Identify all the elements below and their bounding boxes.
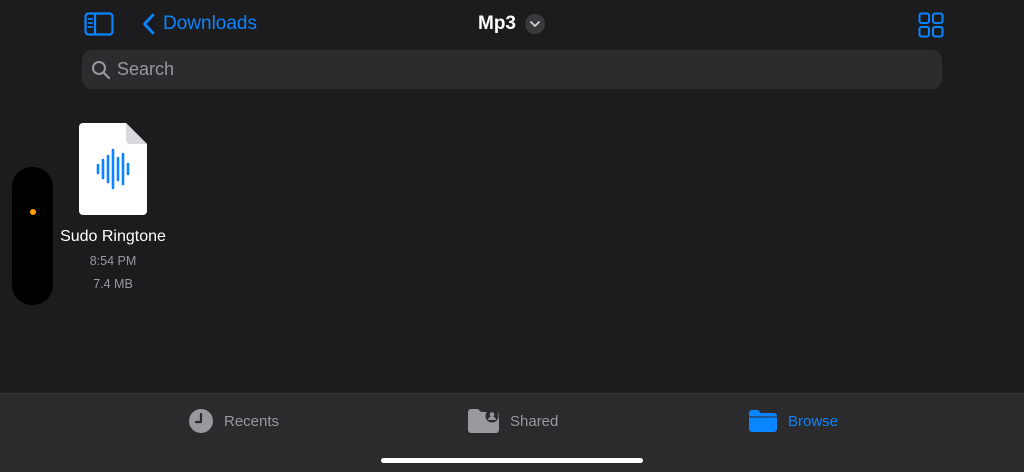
search-bar — [82, 50, 942, 89]
back-button[interactable]: Downloads — [142, 10, 257, 38]
search-input[interactable] — [117, 59, 942, 80]
sidebar-toggle-button[interactable] — [84, 12, 114, 36]
tab-label: Recents — [224, 412, 280, 430]
tab-label: Shared — [510, 412, 559, 430]
tab-shared[interactable]: Shared — [467, 406, 558, 436]
audio-file-icon — [79, 123, 147, 215]
tab-recents[interactable]: Recents — [188, 406, 279, 436]
file-item[interactable]: Sudo Ringtone 8:54 PM 7.4 MB — [52, 120, 174, 292]
chevron-left-icon — [143, 13, 155, 35]
search-icon — [92, 60, 111, 79]
files-app-screen: Downloads Mp3 Search Sudo Ringtone 8:54 … — [0, 0, 1024, 472]
file-size: 7.4 MB — [93, 277, 133, 291]
view-options-button[interactable] — [918, 12, 944, 38]
sidebar-toggle-icon — [84, 12, 114, 36]
grid-view-icon — [918, 12, 944, 38]
status-dot — [30, 209, 36, 215]
floating-side-handle[interactable] — [12, 167, 53, 305]
folder-title-menu[interactable]: Mp3 — [478, 10, 545, 38]
tab-bar: Recents Shared Browse — [0, 393, 1024, 472]
folder-icon — [749, 410, 777, 432]
page-title: Mp3 — [478, 13, 516, 34]
back-button-label: Downloads — [163, 13, 257, 34]
navigation-bar: Downloads Mp3 — [0, 0, 1024, 48]
tab-label: Browse — [788, 412, 839, 430]
shared-folder-icon — [468, 409, 499, 433]
clock-icon — [189, 409, 213, 433]
file-name: Sudo Ringtone — [60, 228, 166, 245]
chevron-down-icon — [525, 14, 545, 34]
home-indicator[interactable] — [381, 458, 643, 463]
file-time: 8:54 PM — [89, 254, 137, 268]
tab-browse[interactable]: Browse — [748, 406, 838, 436]
